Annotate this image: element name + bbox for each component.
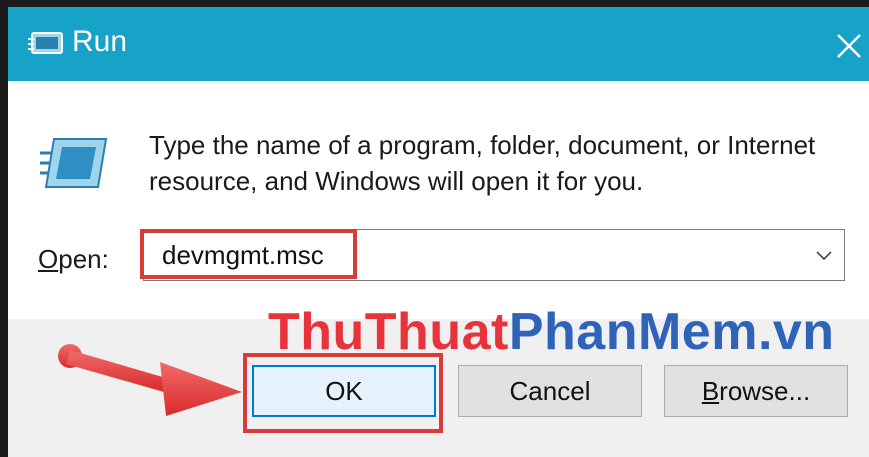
dialog-description: Type the name of a program, folder, docu…	[149, 127, 849, 199]
input-highlight-box	[140, 229, 357, 279]
browse-mnemonic: B	[701, 375, 720, 406]
browse-button[interactable]: Browse...	[664, 365, 848, 417]
cancel-button-label: Cancel	[509, 375, 591, 406]
run-icon	[28, 31, 64, 62]
description-line-2: resource, and Windows will open it for y…	[149, 166, 644, 196]
cancel-button[interactable]: Cancel	[458, 365, 642, 417]
window-title: Run	[72, 25, 128, 58]
title-bar[interactable]: Run	[8, 7, 869, 81]
open-label-rest: pen:	[58, 244, 109, 274]
description-line-1: Type the name of a program, folder, docu…	[149, 130, 816, 160]
open-label: Open:	[38, 244, 109, 275]
dropdown-button[interactable]	[810, 244, 838, 268]
chevron-down-icon	[816, 251, 832, 261]
browse-button-label: rowse...	[719, 375, 811, 406]
watermark-part-2: PhanMem	[508, 303, 758, 361]
watermark-part-3: .vn	[757, 303, 835, 361]
close-icon	[837, 34, 861, 58]
pointer-arrow-icon	[56, 340, 246, 425]
close-button[interactable]	[824, 21, 869, 71]
ok-highlight-box	[243, 353, 443, 433]
run-program-icon	[40, 135, 110, 198]
open-label-mnemonic: O	[38, 244, 59, 274]
dialog-content: Type the name of a program, folder, docu…	[8, 81, 869, 319]
